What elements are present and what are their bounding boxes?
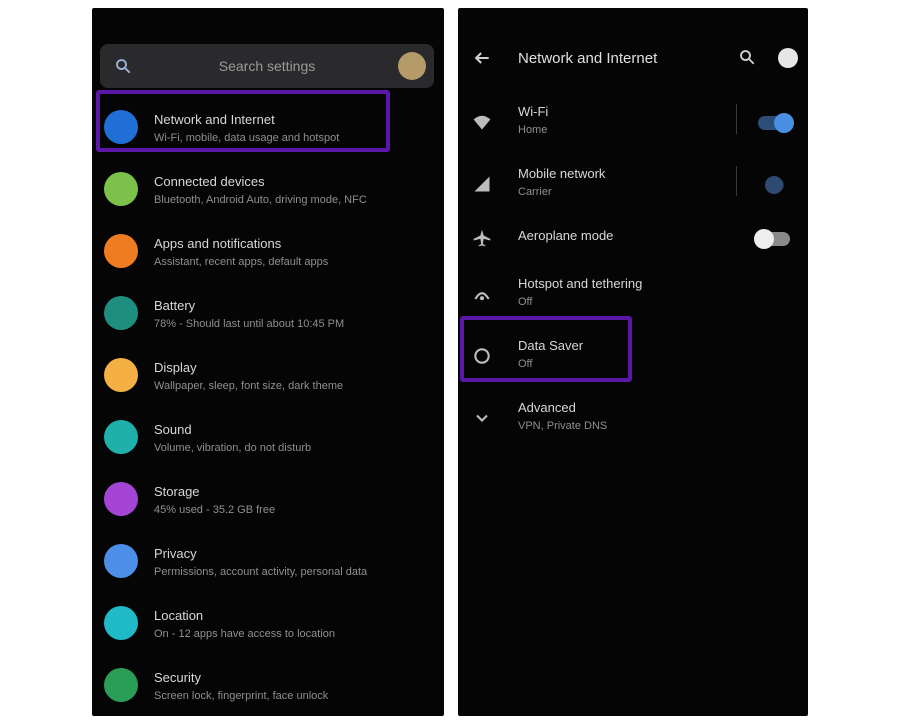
signal-icon [474,176,490,192]
settings-item-sound[interactable]: Sound Volume, vibration, do not disturb [92,408,444,468]
app-bar: Network and Internet [458,38,808,78]
item-subtitle: Screen lock, fingerprint, face unlock [154,690,329,702]
toggle-thumb [774,113,794,133]
network-item-hotspot[interactable]: Hotspot and tethering Off [458,264,808,324]
network-internet-screen: Network and Internet Wi-Fi Home Mobile n… [458,8,808,716]
search-placeholder: Search settings [218,58,316,74]
item-subtitle: Off [518,296,533,308]
item-subtitle: Wallpaper, sleep, font size, dark theme [154,380,344,392]
item-subtitle: Assistant, recent apps, default apps [154,256,329,268]
item-title: Advanced [518,400,576,415]
highlight-box-network [96,90,390,152]
location-icon [104,606,138,640]
hotspot-icon [474,292,490,301]
settings-item-security[interactable]: Security Screen lock, fingerprint, face … [92,656,444,716]
item-title: Aeroplane mode [518,228,614,243]
item-title: Privacy [154,546,197,561]
toggle-thumb [754,229,774,249]
network-item-mobile[interactable]: Mobile network Carrier [458,154,808,214]
wifi-toggle[interactable] [758,113,794,133]
item-title: Security [154,670,201,685]
account-avatar-icon[interactable] [398,52,426,80]
item-subtitle: Home [518,124,548,136]
settings-screen: Search settings Network and Internet Wi-… [92,8,444,716]
item-subtitle: Volume, vibration, do not disturb [154,442,312,454]
network-item-airplane[interactable]: Aeroplane mode [458,208,808,268]
display-icon [104,358,138,392]
mobile-data-toggle[interactable] [765,176,784,194]
item-subtitle: Permissions, account activity, personal … [154,566,368,578]
item-title: Battery [154,298,196,313]
item-subtitle: Carrier [518,186,552,198]
divider [736,166,737,196]
search-icon[interactable] [738,48,756,66]
settings-item-storage[interactable]: Storage 45% used - 35.2 GB free [92,470,444,530]
item-title: Hotspot and tethering [518,276,643,291]
page-title: Network and Internet [518,50,658,67]
item-title: Wi-Fi [518,104,549,119]
wifi-icon [473,115,491,130]
sound-icon [104,420,138,454]
network-item-wifi[interactable]: Wi-Fi Home [458,92,808,152]
item-subtitle: VPN, Private DNS [518,420,608,432]
item-subtitle: Bluetooth, Android Auto, driving mode, N… [154,194,367,206]
item-subtitle: 45% used - 35.2 GB free [154,504,276,516]
apps-icon [104,234,138,268]
item-subtitle: On - 12 apps have access to location [154,628,335,640]
search-bar[interactable]: Search settings [100,44,434,88]
item-title: Storage [154,484,200,499]
item-title: Connected devices [154,174,265,189]
settings-item-apps[interactable]: Apps and notifications Assistant, recent… [92,222,444,282]
privacy-icon [104,544,138,578]
settings-item-display[interactable]: Display Wallpaper, sleep, font size, dar… [92,346,444,406]
settings-item-privacy[interactable]: Privacy Permissions, account activity, p… [92,532,444,592]
toggle-thumb [765,176,783,194]
highlight-box-data-saver [460,316,632,382]
network-item-advanced[interactable]: Advanced VPN, Private DNS [458,388,808,448]
help-icon[interactable] [778,48,798,68]
devices-icon [104,172,138,206]
item-title: Location [154,608,204,623]
settings-item-location[interactable]: Location On - 12 apps have access to loc… [92,594,444,654]
item-title: Display [154,360,197,375]
airplane-switch[interactable] [754,229,790,249]
divider [736,104,737,134]
item-title: Apps and notifications [154,236,282,251]
security-icon [104,668,138,702]
settings-item-battery[interactable]: Battery 78% - Should last until about 10… [92,284,444,344]
settings-item-connected-devices[interactable]: Connected devices Bluetooth, Android Aut… [92,160,444,220]
back-arrow-icon[interactable] [472,48,492,68]
battery-icon [104,296,138,330]
item-subtitle: 78% - Should last until about 10:45 PM [154,318,345,330]
item-title: Sound [154,422,192,437]
storage-icon [104,482,138,516]
airplane-icon [473,229,491,247]
chevron-down-icon [476,414,488,422]
item-title: Mobile network [518,166,606,181]
